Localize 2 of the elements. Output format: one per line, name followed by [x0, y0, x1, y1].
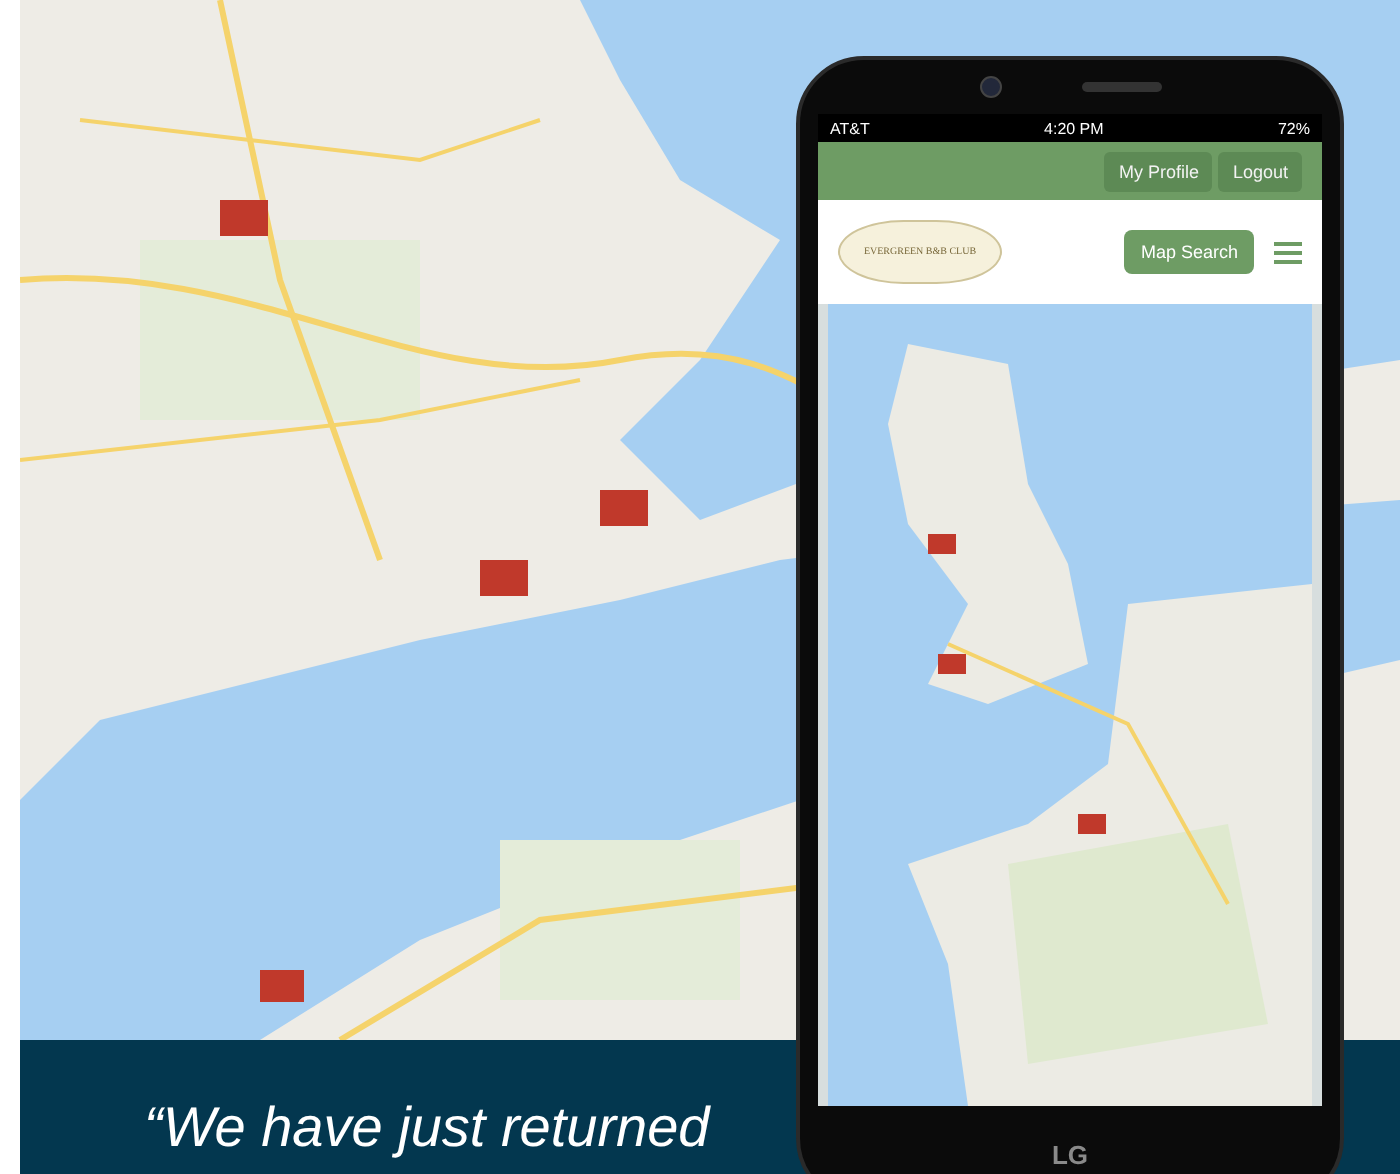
- brand-label: LG: [1051, 1139, 1089, 1169]
- testimonial-quote: “We have just returned: [144, 1096, 710, 1161]
